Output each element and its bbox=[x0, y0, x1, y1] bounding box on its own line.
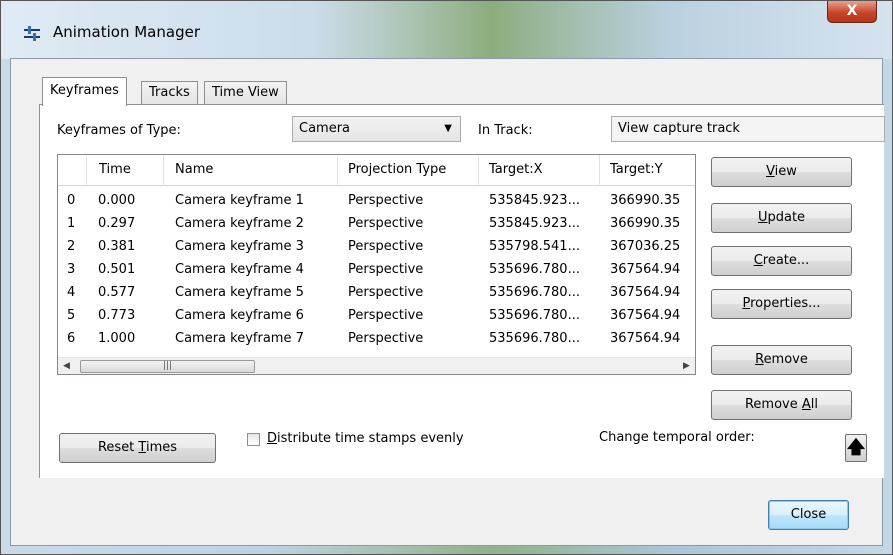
row-index: 5 bbox=[67, 308, 76, 323]
row-projection: Perspective bbox=[348, 308, 424, 323]
row-projection: Perspective bbox=[348, 193, 424, 208]
row-target-x: 535845.923... bbox=[489, 216, 580, 231]
column-header-target-x[interactable]: Target:X bbox=[479, 155, 600, 186]
row-projection: Perspective bbox=[348, 331, 424, 346]
horizontal-scrollbar[interactable]: ◀ ||| ▶ bbox=[58, 357, 695, 374]
row-name: Camera keyframe 5 bbox=[175, 285, 304, 300]
row-time: 0.381 bbox=[98, 239, 136, 254]
reset-times-button[interactable]: Reset Times bbox=[59, 433, 216, 463]
close-window-button[interactable]: X bbox=[827, 1, 877, 23]
scroll-right-icon[interactable]: ▶ bbox=[678, 358, 695, 374]
row-index: 3 bbox=[67, 262, 76, 277]
row-target-y: 367564.94 bbox=[610, 285, 681, 300]
arrow-up-icon: 🡅 bbox=[846, 437, 866, 458]
create-button[interactable]: Create... bbox=[711, 246, 852, 276]
row-time: 0.297 bbox=[98, 216, 136, 231]
table-header: Time Name Projection Type Target:X Targe… bbox=[58, 155, 695, 186]
row-index: 6 bbox=[67, 331, 76, 346]
keyframes-panel: Keyframes of Type: Camera ▼ In Track: Vi… bbox=[39, 104, 885, 478]
track-select[interactable]: View capture track bbox=[611, 116, 885, 142]
animation-manager-window: Animation Manager X Keyframes Tracks Tim… bbox=[0, 0, 893, 555]
row-target-y: 367036.25 bbox=[610, 239, 681, 254]
row-time: 0.501 bbox=[98, 262, 136, 277]
table-row[interactable]: 3 0.501 Camera keyframe 4 Perspective 53… bbox=[58, 259, 695, 281]
table-row[interactable]: 0 0.000 Camera keyframe 1 Perspective 53… bbox=[58, 190, 695, 212]
in-track-label: In Track: bbox=[478, 123, 533, 138]
row-name: Camera keyframe 6 bbox=[175, 308, 304, 323]
row-name: Camera keyframe 7 bbox=[175, 331, 304, 346]
dialog-client-area: Keyframes Tracks Time View Keyframes of … bbox=[10, 58, 885, 546]
row-name: Camera keyframe 3 bbox=[175, 239, 304, 254]
keyframes-type-label: Keyframes of Type: bbox=[57, 123, 181, 138]
properties-button[interactable]: Properties... bbox=[711, 289, 852, 319]
remove-all-button[interactable]: Remove All bbox=[711, 390, 852, 420]
table-row[interactable]: 2 0.381 Camera keyframe 3 Perspective 53… bbox=[58, 236, 695, 258]
table-row[interactable]: 5 0.773 Camera keyframe 6 Perspective 53… bbox=[58, 305, 695, 327]
row-index: 2 bbox=[67, 239, 76, 254]
table-row[interactable]: 6 1.000 Camera keyframe 7 Perspective 53… bbox=[58, 328, 695, 350]
row-index: 4 bbox=[67, 285, 76, 300]
tab-time-view[interactable]: Time View bbox=[204, 81, 287, 105]
row-index: 1 bbox=[67, 216, 76, 231]
row-index: 0 bbox=[67, 193, 76, 208]
row-projection: Perspective bbox=[348, 239, 424, 254]
row-target-x: 535696.780... bbox=[489, 331, 580, 346]
track-value: View capture track bbox=[618, 121, 740, 136]
view-button[interactable]: View bbox=[711, 157, 852, 187]
scroll-left-icon[interactable]: ◀ bbox=[58, 358, 75, 374]
row-time: 0.000 bbox=[98, 193, 136, 208]
keyframes-table[interactable]: Time Name Projection Type Target:X Targe… bbox=[57, 154, 696, 375]
row-name: Camera keyframe 4 bbox=[175, 262, 304, 277]
row-projection: Perspective bbox=[348, 285, 424, 300]
row-time: 0.773 bbox=[98, 308, 136, 323]
window-title: Animation Manager bbox=[53, 23, 200, 41]
title-bar[interactable]: Animation Manager X bbox=[1, 1, 892, 59]
column-header-time[interactable]: Time bbox=[87, 155, 164, 186]
chevron-down-icon: ▼ bbox=[444, 123, 452, 134]
row-target-y: 367564.94 bbox=[610, 262, 681, 277]
row-target-y: 367564.94 bbox=[610, 308, 681, 323]
row-target-y: 366990.35 bbox=[610, 216, 681, 231]
distribute-timestamps-label[interactable]: Distribute time stamps evenly bbox=[267, 431, 464, 446]
column-header-projection-type[interactable]: Projection Type bbox=[338, 155, 479, 186]
row-time: 0.577 bbox=[98, 285, 136, 300]
distribute-timestamps-checkbox[interactable] bbox=[247, 433, 260, 446]
column-header-name[interactable]: Name bbox=[164, 155, 338, 186]
keyframe-type-value: Camera bbox=[299, 121, 351, 136]
move-up-button[interactable]: 🡅 bbox=[845, 434, 867, 462]
scrollbar-thumb[interactable]: ||| bbox=[80, 360, 255, 373]
row-target-x: 535696.780... bbox=[489, 285, 580, 300]
row-name: Camera keyframe 2 bbox=[175, 216, 304, 231]
change-temporal-order-label: Change temporal order: bbox=[599, 430, 755, 445]
update-button[interactable]: Update bbox=[711, 203, 852, 233]
row-target-y: 366990.35 bbox=[610, 193, 681, 208]
tab-tracks[interactable]: Tracks bbox=[141, 81, 198, 105]
row-projection: Perspective bbox=[348, 262, 424, 277]
animation-manager-icon bbox=[24, 26, 40, 41]
row-projection: Perspective bbox=[348, 216, 424, 231]
row-name: Camera keyframe 1 bbox=[175, 193, 304, 208]
tab-keyframes[interactable]: Keyframes bbox=[42, 77, 127, 106]
row-time: 1.000 bbox=[98, 331, 136, 346]
close-button[interactable]: Close bbox=[768, 500, 849, 530]
keyframe-type-select[interactable]: Camera ▼ bbox=[292, 116, 461, 142]
row-target-x: 535845.923... bbox=[489, 193, 580, 208]
row-target-y: 367564.94 bbox=[610, 331, 681, 346]
row-target-x: 535798.541... bbox=[489, 239, 580, 254]
column-header-index[interactable] bbox=[58, 155, 87, 186]
table-row[interactable]: 4 0.577 Camera keyframe 5 Perspective 53… bbox=[58, 282, 695, 304]
table-row[interactable]: 1 0.297 Camera keyframe 2 Perspective 53… bbox=[58, 213, 695, 235]
remove-button[interactable]: Remove bbox=[711, 345, 852, 375]
column-header-target-y[interactable]: Target:Y bbox=[600, 155, 695, 186]
row-target-x: 535696.780... bbox=[489, 262, 580, 277]
row-target-x: 535696.780... bbox=[489, 308, 580, 323]
